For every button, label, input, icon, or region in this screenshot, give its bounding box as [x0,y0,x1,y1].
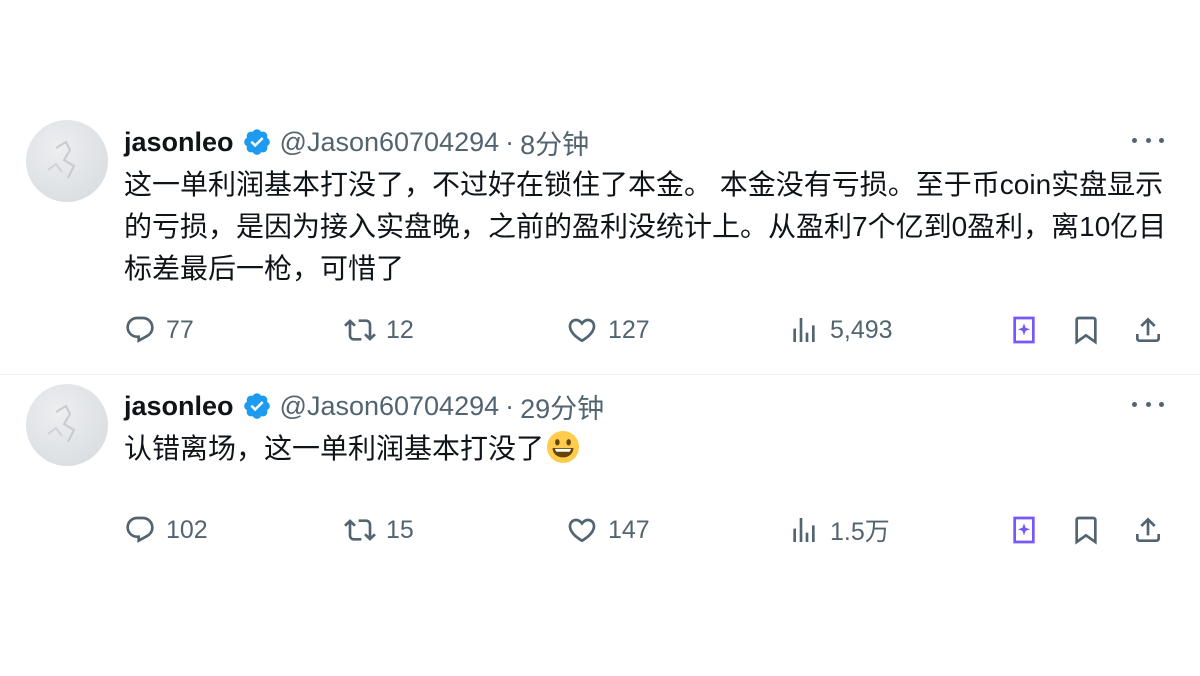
tweet-text-body: 这一单利润基本打没了，不过好在锁住了本金。 本金没有亏损。至于币coin实盘显示… [124,169,1167,284]
like-button[interactable]: 147 [566,510,650,550]
tweet-header: jasonleo @Jason60704294 · 29分钟 [124,386,604,426]
avatar[interactable] [26,120,108,202]
tweet[interactable]: jasonleo @Jason60704294 · 8分钟 这一单利润基本打没了… [0,112,1200,374]
separator-dot: · [505,390,515,421]
tweet-header: jasonleo @Jason60704294 · 8分钟 [124,122,589,162]
reply-icon [126,316,154,343]
separator-dot: · [505,126,515,157]
views-button[interactable]: 1.5万 [788,510,890,550]
heart-icon [568,318,596,343]
grok-icon[interactable] [1008,314,1040,346]
timestamp[interactable]: 8分钟 [520,123,589,162]
reply-icon [126,516,154,543]
repost-count: 15 [386,515,414,544]
author-handle[interactable]: @Jason60704294 [280,127,500,158]
more-icon[interactable] [1132,130,1164,150]
action-bar: 77 12 127 5,493 [124,310,1174,350]
tweet-text-body: 认错离场，这一单利润基本打没了 [124,433,545,464]
grinning-face-emoji [546,430,580,464]
repost-button[interactable]: 12 [344,310,414,350]
bookmark-icon[interactable] [1070,514,1102,546]
verified-badge-icon [243,393,270,419]
tweet[interactable]: jasonleo @Jason60704294 · 29分钟 认错离场，这一单利… [0,376,1200,576]
avatar[interactable] [26,384,108,466]
views-icon [793,518,815,542]
more-icon[interactable] [1132,394,1164,414]
heart-icon [568,518,596,543]
share-icon[interactable] [1132,314,1164,346]
like-count: 127 [608,315,650,344]
reply-button[interactable]: 102 [124,510,208,550]
verified-badge-icon [243,129,270,155]
view-count: 1.5万 [830,518,890,546]
reply-button[interactable]: 77 [124,310,194,350]
like-button[interactable]: 127 [566,310,650,350]
like-count: 147 [608,515,650,544]
repost-count: 12 [386,315,414,344]
repost-icon [344,519,376,541]
author-name[interactable]: jasonleo [124,127,234,158]
view-count: 5,493 [830,315,893,344]
grok-icon[interactable] [1008,514,1040,546]
views-icon [793,318,815,342]
reply-count: 102 [166,515,208,544]
action-bar: 102 15 147 1.5万 [124,510,1174,550]
author-name[interactable]: jasonleo [124,391,234,422]
tweet-text: 这一单利润基本打没了，不过好在锁住了本金。 本金没有亏损。至于币coin实盘显示… [124,164,1174,290]
repost-button[interactable]: 15 [344,510,414,550]
author-handle[interactable]: @Jason60704294 [280,391,500,422]
views-button[interactable]: 5,493 [788,310,893,350]
tweet-text: 认错离场，这一单利润基本打没了 [124,428,1174,470]
repost-icon [344,319,376,341]
timestamp[interactable]: 29分钟 [520,387,604,426]
reply-count: 77 [166,315,194,344]
tweet-divider [0,374,1200,375]
bookmark-icon[interactable] [1070,314,1102,346]
share-icon[interactable] [1132,514,1164,546]
